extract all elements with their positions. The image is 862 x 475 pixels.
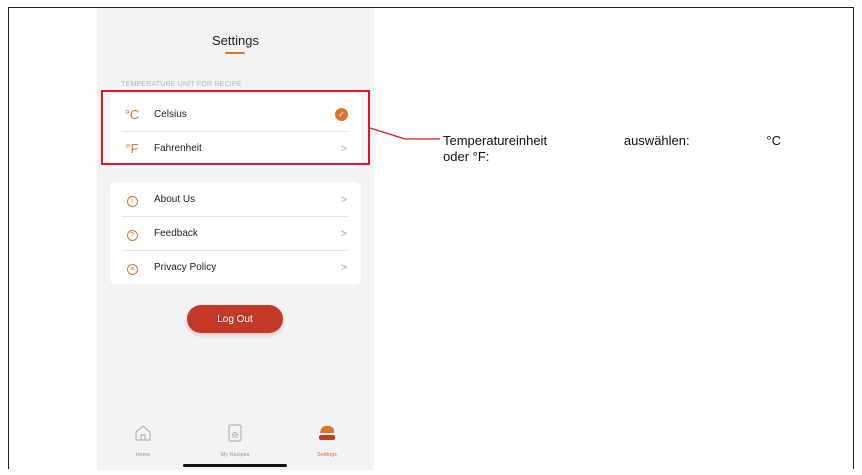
home-icon bbox=[135, 425, 151, 441]
log-out-button[interactable]: Log Out bbox=[187, 305, 283, 333]
temperature-section-header: TEMPERATURE UNIT FOR RECIPE bbox=[121, 81, 242, 88]
annotation-line-2: oder °F: bbox=[443, 149, 490, 164]
tab-my-recipes[interactable]: My Recipes bbox=[200, 423, 270, 458]
phone-screen: Settings TEMPERATURE UNIT FOR RECIPE °C … bbox=[97, 8, 374, 470]
chevron-right-icon: > bbox=[340, 261, 347, 274]
menu-item-privacy-policy[interactable]: ≡ Privacy Policy > bbox=[110, 251, 361, 284]
menu-item-label: Privacy Policy bbox=[154, 262, 217, 273]
info-icon: i bbox=[124, 192, 140, 207]
annotation-word: auswählen: bbox=[623, 133, 690, 148]
document-icon: ≡ bbox=[124, 260, 140, 275]
tab-label: Home bbox=[135, 452, 151, 458]
menu-item-feedback[interactable]: ? Feedback > bbox=[110, 217, 361, 250]
home-indicator bbox=[183, 464, 287, 467]
page-title: Settings bbox=[212, 33, 259, 48]
chevron-right-icon: > bbox=[340, 193, 347, 206]
settings-chef-icon bbox=[319, 425, 335, 440]
annotation-text: Temperatureinheit auswählen: °C oder °F: bbox=[443, 133, 781, 165]
question-icon: ? bbox=[124, 226, 140, 241]
tab-label: My Recipes bbox=[220, 452, 250, 458]
info-menu-card: i About Us > ? Feedback > ≡ Privacy Poli… bbox=[110, 182, 361, 284]
callout-connector bbox=[370, 127, 440, 140]
annotation-word: Temperatureinheit bbox=[443, 133, 548, 148]
title-underline bbox=[225, 52, 245, 54]
tab-bar: Home My Recipes Settings bbox=[97, 413, 374, 470]
menu-item-about-us[interactable]: i About Us > bbox=[110, 183, 361, 216]
menu-item-label: About Us bbox=[154, 194, 196, 205]
highlight-box bbox=[101, 90, 370, 165]
tab-label: Settings bbox=[317, 452, 337, 458]
recipe-book-icon bbox=[228, 424, 242, 442]
tab-settings[interactable]: Settings bbox=[292, 423, 362, 458]
tab-home[interactable]: Home bbox=[108, 423, 178, 458]
annotation-line-1: Temperatureinheit auswählen: °C bbox=[443, 133, 781, 149]
menu-item-label: Feedback bbox=[154, 228, 198, 239]
chevron-right-icon: > bbox=[340, 227, 347, 240]
annotation-word: °C bbox=[766, 133, 781, 148]
